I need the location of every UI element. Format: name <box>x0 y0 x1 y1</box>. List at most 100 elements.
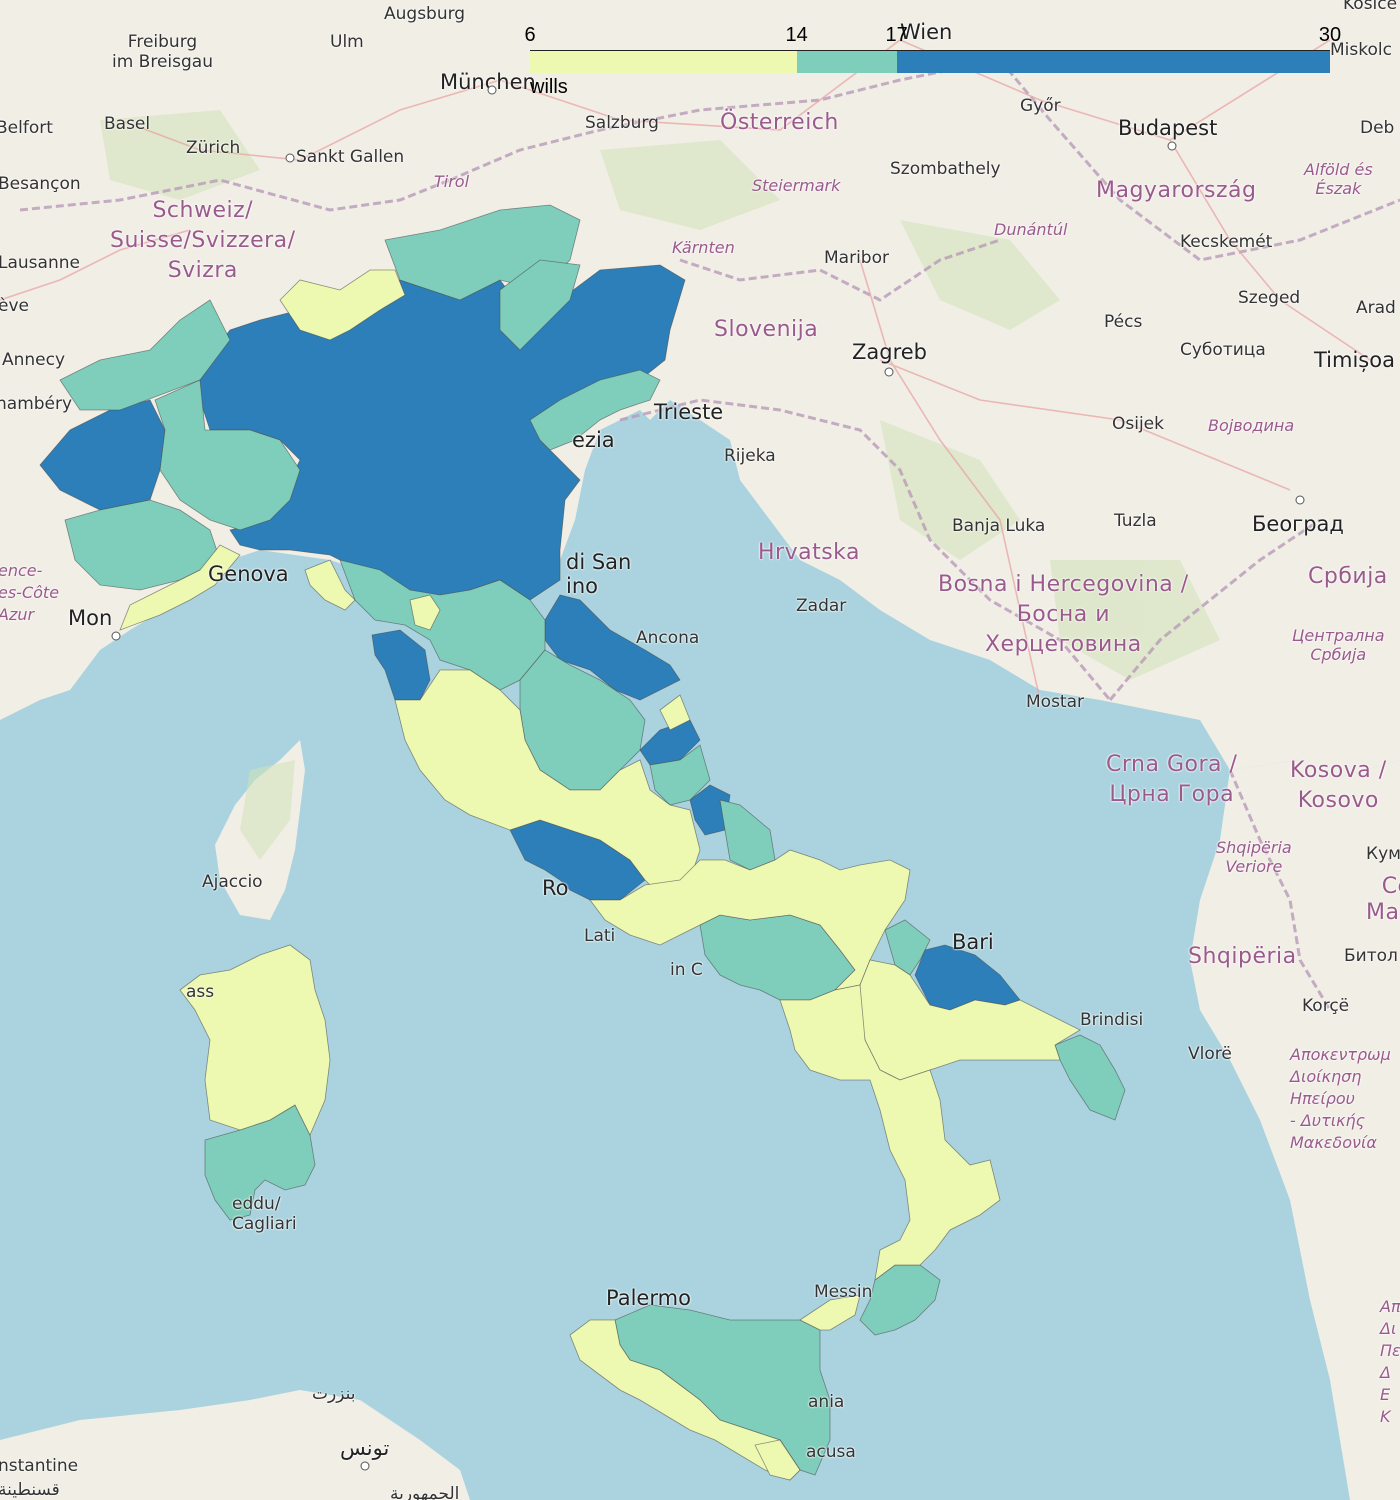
label-oesterreich: Österreich <box>720 110 839 135</box>
label-centralna-srbija: Централна Србија <box>1292 626 1385 664</box>
region-mid-molise[interactable] <box>719 799 776 871</box>
label-maribor: Maribor <box>824 248 889 268</box>
city-dot-zagreb <box>884 367 894 377</box>
label-freiburg: Freiburg im Breisgau <box>112 32 213 72</box>
label-steiermark: Steiermark <box>752 176 841 195</box>
label-cagliari: eddu/ Cagliari <box>232 1194 297 1234</box>
label-tunis: تونس <box>340 1436 390 1460</box>
label-monaco: Mon <box>68 606 113 630</box>
label-zagreb: Zagreb <box>852 340 928 364</box>
label-palermo: Palermo <box>606 1286 691 1310</box>
label-constantine-ar: قسنطينة <box>0 1480 60 1500</box>
label-schweiz: Schweiz/ Suisse/Svizzera/ Svizra <box>110 198 296 283</box>
label-tuzla: Tuzla <box>1114 511 1157 531</box>
city-dot-budapest <box>1167 141 1177 151</box>
label-tirol: Tirol <box>434 172 470 191</box>
label-besancon: Besançon <box>0 174 81 194</box>
label-banja-luka: Banja Luka <box>952 516 1046 536</box>
label-tunisia-bottom: الجمهورية <box>390 1484 460 1500</box>
label-genova: Genova <box>208 562 289 586</box>
label-pecs: Pécs <box>1104 312 1143 332</box>
label-timisoara: Timișoa <box>1314 348 1395 372</box>
label-ancona: Ancona <box>636 628 700 648</box>
label-subotica: Суботица <box>1180 340 1266 360</box>
label-zadar: Zadar <box>796 596 847 616</box>
label-ajaccio: Ajaccio <box>202 872 263 892</box>
label-vlore: Vlorë <box>1188 1044 1232 1064</box>
region-high-tuscany-west[interactable] <box>371 629 431 701</box>
label-makedonija: Се Маке <box>1366 874 1400 925</box>
label-alfold: Alföld és Észak <box>1304 160 1373 198</box>
label-debrecen: Deb <box>1360 118 1395 138</box>
label-magyarorszag: Magyarország <box>1096 178 1257 203</box>
label-kaernten: Kärnten <box>672 238 735 257</box>
label-bitola: Битол <box>1344 946 1398 966</box>
label-vojvodina: Војводина <box>1208 416 1295 435</box>
label-constantine: nstantine <box>0 1456 79 1476</box>
label-venezia: ezia <box>572 428 615 452</box>
label-kosice: Košice <box>1343 0 1398 14</box>
legend-bin-2 <box>896 51 1330 73</box>
label-shqiperia-veriore: Shqipëria Veriore <box>1216 838 1292 876</box>
label-basel: Basel <box>104 114 151 134</box>
label-mostar: Mostar <box>1026 692 1084 712</box>
label-sankt-gallen: Sankt Gallen <box>296 147 405 167</box>
city-dot-tunis <box>360 1461 370 1471</box>
legend-title: wills <box>530 76 568 98</box>
label-ulm: Ulm <box>330 32 364 52</box>
label-san-marino: di San ino <box>566 550 632 598</box>
label-roma: Ro <box>542 876 569 900</box>
color-legend: 6 14 17 30 wills <box>524 24 1341 104</box>
label-trieste: Trieste <box>654 400 724 424</box>
label-arad: Arad <box>1356 298 1396 318</box>
label-augsburg: Augsburg <box>384 4 466 24</box>
region-mid-lecce[interactable] <box>1054 1034 1126 1121</box>
label-hrvatska: Hrvatska <box>758 540 861 565</box>
label-dunantul: Dunántúl <box>994 220 1068 239</box>
map-canvas[interactable]: Augsburg Wien Košice Freiburg im Breisga… <box>0 0 1400 1500</box>
label-brindisi: Brindisi <box>1080 1010 1144 1030</box>
label-salzburg: Salzburg <box>585 113 659 133</box>
legend-tick-label: 6 <box>524 24 536 46</box>
legend-bin-1 <box>796 51 897 73</box>
label-provence: ence- es-Côte Azur <box>0 561 60 624</box>
label-napoli: in C <box>670 960 703 980</box>
label-sassari: ass <box>186 982 215 1002</box>
label-lausanne: Lausanne <box>0 253 80 273</box>
label-messina: Messin <box>814 1282 873 1302</box>
label-szombathely: Szombathely <box>890 159 1001 179</box>
label-kecskemet: Kecskemét <box>1180 232 1273 252</box>
label-geneve: ève <box>0 296 29 316</box>
city-dot-muenchen <box>487 85 497 95</box>
city-dot-monaco <box>111 631 121 641</box>
label-latina: Lati <box>584 926 616 946</box>
label-rijeka: Rijeka <box>724 446 776 466</box>
label-peloponnisos: Αποκ Δι Πελο Δ Ε Κ <box>1380 1297 1400 1426</box>
label-annecy: Annecy <box>2 350 66 370</box>
label-beograd: Београд <box>1252 512 1344 536</box>
legend-tick-label: 14 <box>785 24 808 46</box>
label-szeged: Szeged <box>1238 288 1301 308</box>
label-siracusa: acusa <box>806 1442 856 1462</box>
legend-color-bar <box>530 50 1330 73</box>
label-bari: Bari <box>952 930 994 954</box>
label-korce: Korçë <box>1302 996 1350 1016</box>
label-bizerte: بنزرت <box>312 1384 356 1404</box>
label-budapest: Budapest <box>1118 116 1218 140</box>
region-low-sardinia-north[interactable] <box>179 944 331 1136</box>
label-slovenija: Slovenija <box>714 317 819 342</box>
label-kosovo: Kosova / Kosovo <box>1290 758 1387 813</box>
legend-tick-label: 30 <box>1318 24 1342 46</box>
label-catania: ania <box>808 1392 845 1412</box>
label-kumanovo: Кум <box>1366 844 1400 864</box>
city-dot-beograd <box>1295 495 1305 505</box>
legend-tick-label: 17 <box>885 24 908 46</box>
legend-bin-0 <box>530 51 797 73</box>
label-crna-gora: Crna Gora / Црна Гора <box>1106 752 1238 807</box>
label-bosna: Bosna i Hercegovina / Босна и Херцеговин… <box>938 572 1189 657</box>
label-zuerich: Zürich <box>186 138 241 158</box>
region-high-bari[interactable] <box>914 944 1021 1011</box>
label-srbija: Србија <box>1308 564 1388 589</box>
label-shqiperia: Shqipëria <box>1188 944 1297 969</box>
label-chambery: hambéry <box>0 394 73 414</box>
